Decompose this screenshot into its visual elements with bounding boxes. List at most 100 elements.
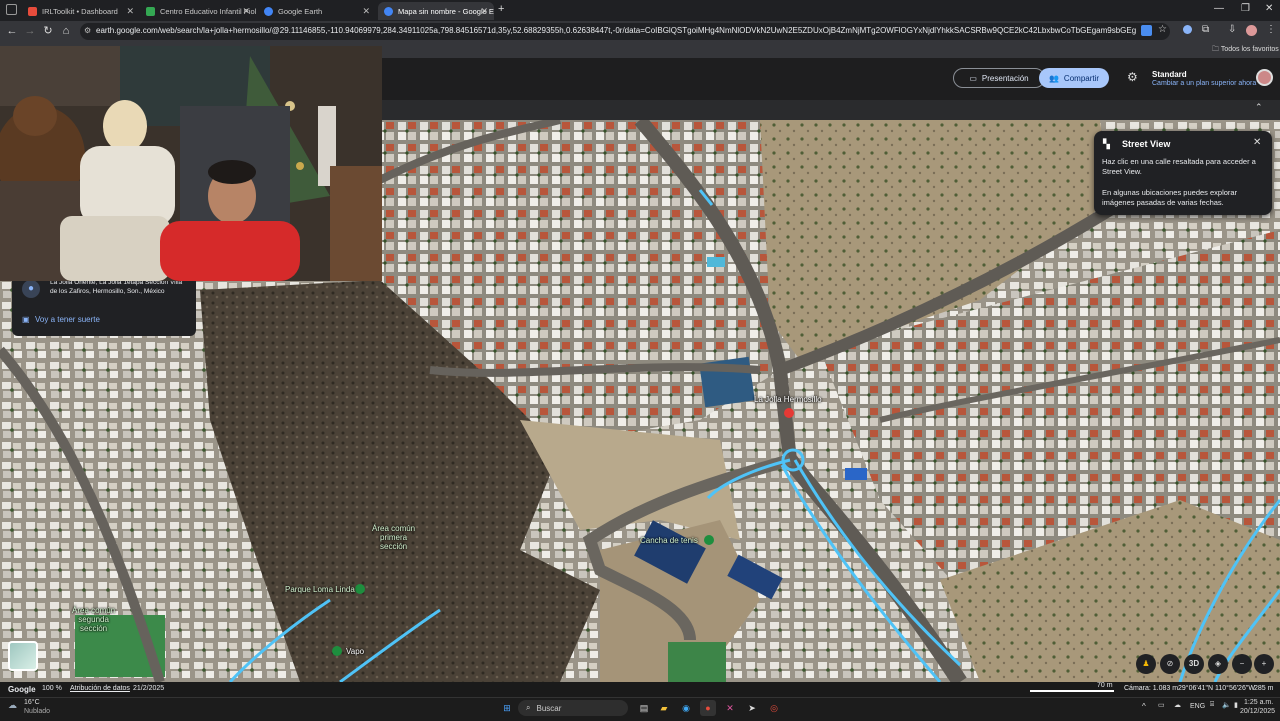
plan-title: Standard: [1152, 70, 1187, 79]
share-button[interactable]: 👥 Compartir: [1039, 68, 1109, 88]
weather-cloud-icon: ☁: [8, 700, 17, 710]
map-label-cancha[interactable]: Cancha de tenis: [640, 536, 698, 545]
close-tab-icon[interactable]: ✕: [362, 6, 370, 17]
camera-altitude: Cámara: 1.083 m: [1124, 685, 1179, 692]
compass-icon[interactable]: ⊘: [1160, 654, 1180, 674]
map-label-parque[interactable]: Parque Loma Linda: [285, 585, 355, 594]
close-window-icon[interactable]: ✕: [1265, 3, 1273, 14]
people-icon: 👥: [1048, 73, 1059, 83]
map-layer-thumbnail[interactable]: [8, 641, 38, 671]
webcam-image: [0, 46, 382, 281]
bookmark-star-icon[interactable]: ☆: [1158, 24, 1167, 35]
location-pin-icon: ●: [22, 280, 40, 298]
webcam-overlay: [0, 46, 382, 281]
downloads-icon[interactable]: ⇩: [1228, 24, 1236, 35]
weather-temp[interactable]: 16°C: [24, 699, 40, 706]
task-view-icon[interactable]: ▤: [636, 700, 652, 716]
extensions-puzzle-icon[interactable]: ⧉: [1202, 24, 1209, 35]
extension-icon[interactable]: [1183, 25, 1192, 34]
translate-icon[interactable]: [1141, 25, 1152, 36]
street-view-text: Haz clic en una calle resaltada para acc…: [1102, 157, 1256, 176]
settings-gear-icon[interactable]: ⚙: [1127, 70, 1138, 84]
zoom-level: 100 %: [42, 685, 62, 692]
feeling-lucky-button[interactable]: Voy a tener suerte: [35, 315, 100, 324]
browser-menu-icon[interactable]: ⋮: [1266, 24, 1276, 35]
close-icon[interactable]: ✕: [1253, 137, 1261, 148]
home-icon[interactable]: ⌂: [58, 23, 74, 39]
irltoolkit-favicon-icon: [28, 6, 37, 16]
recording-app-icon[interactable]: ◎: [766, 700, 782, 716]
map-label-area-primera[interactable]: Área común primera sección: [372, 524, 415, 551]
maps-favicon-icon: [146, 6, 155, 16]
tab-google-earth[interactable]: Google Earth ✕: [258, 2, 376, 20]
collapse-chevron-up-icon[interactable]: ⌃: [1255, 102, 1263, 113]
new-tab-button[interactable]: +: [498, 3, 504, 15]
app-icon[interactable]: ✕: [722, 700, 738, 716]
steam-icon[interactable]: ➤: [744, 700, 760, 716]
map-label-vapo[interactable]: Vapo: [346, 647, 364, 656]
url-text[interactable]: earth.google.com/web/search/la+jolla+her…: [96, 26, 1136, 35]
street-view-icon: ▚: [1103, 139, 1110, 149]
zoom-out-icon[interactable]: −: [1232, 654, 1252, 674]
pegman-icon[interactable]: ♟: [1136, 654, 1156, 674]
feeling-lucky-icon: ▣: [22, 315, 30, 324]
chrome-icon[interactable]: ●: [700, 700, 716, 716]
bookmarks-label: Todos los favoritos: [1220, 46, 1279, 53]
presentation-label: Presentación: [981, 73, 1029, 83]
street-view-title: Street View: [1122, 139, 1171, 149]
clock-time[interactable]: 1:25 a.m.: [1244, 699, 1273, 706]
presentation-button[interactable]: ▭ Presentación: [953, 68, 1045, 88]
site-info-icon[interactable]: ⚙: [84, 26, 91, 35]
map-label-area-segunda[interactable]: Área común segunda sección: [72, 606, 115, 633]
battery-icon[interactable]: ▮: [1234, 701, 1238, 709]
clock-date[interactable]: 20/12/2025: [1240, 708, 1275, 715]
windows-start-icon[interactable]: ⊞: [499, 700, 515, 716]
weather-desc[interactable]: Nublado: [24, 708, 50, 715]
edge-icon[interactable]: ◉: [678, 700, 694, 716]
scale-bar: [1030, 690, 1114, 692]
tab-search-icon[interactable]: [6, 4, 17, 15]
google-logo: Google: [8, 685, 36, 694]
tray-app-icon[interactable]: ▭: [1158, 701, 1165, 709]
layers-icon[interactable]: ◈: [1208, 654, 1228, 674]
language-indicator[interactable]: ENG: [1190, 703, 1205, 710]
scale-label: 70 m: [1097, 682, 1113, 689]
zoom-in-icon[interactable]: +: [1254, 654, 1274, 674]
close-tab-icon[interactable]: ✕: [126, 6, 134, 17]
upgrade-plan-link[interactable]: Cambiar a un plan superior ahora: [1152, 80, 1256, 87]
taskbar-search[interactable]: ⌕ Buscar: [518, 700, 628, 716]
back-icon[interactable]: ←: [4, 23, 20, 39]
attribution-link[interactable]: Atribución de datos: [70, 685, 130, 692]
tab-title: Google Earth: [278, 6, 323, 16]
tab-mapa-sin-nombre[interactable]: Mapa sin nombre - Google Earth ✕: [378, 2, 494, 20]
share-label: Compartir: [1063, 73, 1100, 83]
profile-avatar[interactable]: [1246, 25, 1257, 36]
map-label-la-jolla[interactable]: La Jolla Hermosillo: [754, 395, 822, 404]
onedrive-icon[interactable]: ☁: [1174, 701, 1181, 709]
tab-irltoolkit[interactable]: IRLToolkit • Dashboard ✕: [22, 2, 140, 20]
file-explorer-icon[interactable]: ▰: [656, 700, 672, 716]
volume-icon[interactable]: 🔈: [1222, 701, 1231, 709]
tab-title: IRLToolkit • Dashboard: [42, 6, 118, 16]
close-tab-icon[interactable]: ✕: [242, 6, 250, 17]
earth-favicon-icon: [264, 6, 273, 16]
minimize-icon[interactable]: —: [1214, 3, 1224, 14]
presentation-icon: ▭: [969, 73, 977, 83]
network-icon[interactable]: ⌸: [1210, 701, 1214, 709]
tray-overflow-icon[interactable]: ^: [1142, 702, 1146, 711]
account-avatar[interactable]: [1256, 69, 1273, 86]
maximize-icon[interactable]: ❐: [1241, 3, 1250, 14]
3d-toggle-button[interactable]: 3D: [1184, 654, 1204, 674]
search-label: Buscar: [536, 703, 562, 713]
tab-centro-educativo[interactable]: Centro Educativo Infantil Pioliin ✕: [140, 2, 256, 20]
ground-altitude: 285 m: [1254, 685, 1274, 692]
all-bookmarks-folder[interactable]: 🗀 Todos los favoritos: [1212, 45, 1279, 56]
street-view-text: En algunas ubicaciones puedes explorar i…: [1102, 188, 1238, 207]
coordinates: 29°06'41"N 110°56'26"W: [1178, 685, 1255, 692]
search-icon: ⌕: [526, 703, 531, 712]
earth-favicon-icon: [384, 6, 393, 16]
close-tab-icon[interactable]: ✕: [480, 6, 488, 17]
folder-icon: 🗀: [1212, 46, 1221, 53]
forward-icon[interactable]: →: [22, 23, 38, 39]
reload-icon[interactable]: ↻: [40, 23, 56, 39]
